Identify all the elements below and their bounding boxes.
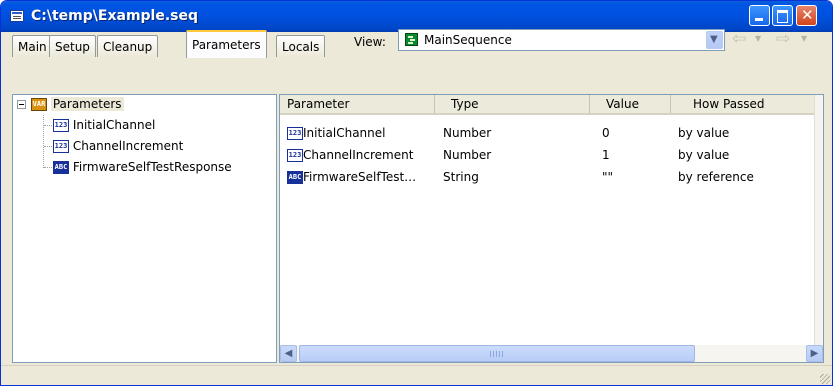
back-arrow-icon[interactable]: ⇦ bbox=[732, 29, 746, 49]
resize-grip-icon[interactable] bbox=[820, 374, 830, 384]
tab-cleanup[interactable]: Cleanup bbox=[97, 35, 159, 57]
tree-connector bbox=[44, 146, 52, 147]
tree-root-parameters[interactable]: VAR Parameters bbox=[31, 96, 124, 113]
column-header-how-passed[interactable]: How Passed bbox=[671, 95, 815, 113]
variables-icon: VAR bbox=[31, 98, 47, 111]
tree-item-label: InitialChannel bbox=[72, 118, 156, 132]
chevron-left-icon: ◀ bbox=[284, 348, 293, 359]
cell-how-passed: by value bbox=[678, 126, 730, 140]
maximize-icon bbox=[777, 10, 788, 23]
title-bar[interactable]: C:\temp\Example.seq ✕ bbox=[1, 1, 832, 32]
scroll-left-button[interactable]: ◀ bbox=[280, 345, 297, 362]
chevron-down-icon: ▼ bbox=[710, 34, 718, 45]
tree-connector bbox=[44, 125, 52, 126]
forward-history-dropdown-icon[interactable]: ▼ bbox=[801, 34, 807, 43]
string-icon: ABC bbox=[287, 171, 303, 184]
view-select[interactable]: MainSequence ▼ bbox=[398, 29, 725, 51]
cell-parameter: InitialChannel bbox=[303, 126, 386, 140]
tab-main[interactable]: Main bbox=[12, 35, 53, 57]
minimize-icon bbox=[755, 18, 763, 21]
horizontal-scrollbar[interactable]: ◀ ▶ bbox=[280, 345, 823, 362]
tree-root-label: Parameters bbox=[50, 97, 124, 111]
grip-icon bbox=[490, 351, 504, 357]
status-bar bbox=[1, 365, 832, 385]
chevron-right-icon: ▶ bbox=[810, 348, 819, 359]
forward-arrow-icon[interactable]: ⇨ bbox=[776, 29, 790, 49]
parameters-grid[interactable]: Parameter Type Value How Passed 123 Initi… bbox=[279, 94, 824, 363]
tab-setup[interactable]: Setup bbox=[49, 35, 96, 57]
string-icon: ABC bbox=[53, 161, 69, 174]
minimize-button[interactable] bbox=[749, 5, 770, 26]
cell-value: "" bbox=[602, 170, 614, 184]
number-icon: 123 bbox=[53, 119, 69, 132]
number-icon: 123 bbox=[287, 127, 303, 140]
tree-item[interactable]: 123 InitialChannel bbox=[53, 117, 155, 134]
cell-value: 0 bbox=[602, 126, 610, 140]
tree-item-label: FirmwareSelfTestResponse bbox=[72, 160, 232, 174]
number-icon: 123 bbox=[287, 149, 303, 162]
tab-locals[interactable]: Locals bbox=[276, 35, 326, 57]
cell-value: 1 bbox=[602, 148, 610, 162]
cell-parameter: FirmwareSelfTest… bbox=[303, 170, 417, 184]
column-header-parameter[interactable]: Parameter bbox=[280, 95, 435, 113]
cell-parameter: ChannelIncrement bbox=[303, 148, 414, 162]
back-history-dropdown-icon[interactable]: ▼ bbox=[755, 34, 761, 43]
cell-type: Number bbox=[443, 148, 492, 162]
window-title: C:\temp\Example.seq bbox=[31, 8, 199, 24]
tab-parameters[interactable]: Parameters bbox=[186, 30, 267, 58]
tree-connector bbox=[44, 167, 52, 168]
vertical-scrollbar[interactable] bbox=[814, 95, 823, 346]
sequence-icon bbox=[405, 33, 418, 46]
close-icon: ✕ bbox=[801, 6, 814, 24]
cell-type: String bbox=[443, 170, 479, 184]
scroll-right-button[interactable]: ▶ bbox=[806, 345, 823, 362]
app-window: C:\temp\Example.seq ✕ Main Setup Cleanup… bbox=[0, 0, 833, 386]
tree-item[interactable]: ABC FirmwareSelfTestResponse bbox=[53, 159, 232, 176]
column-header-type[interactable]: Type bbox=[435, 95, 590, 113]
tree-connector bbox=[43, 115, 44, 168]
cell-type: Number bbox=[443, 126, 492, 140]
grid-header: Parameter Type Value How Passed bbox=[280, 95, 815, 115]
collapse-toggle[interactable] bbox=[17, 100, 26, 109]
window-icon[interactable] bbox=[10, 10, 24, 22]
view-dropdown-button[interactable]: ▼ bbox=[706, 31, 723, 49]
tree-item[interactable]: 123 ChannelIncrement bbox=[53, 138, 183, 155]
number-icon: 123 bbox=[53, 140, 69, 153]
scroll-thumb[interactable] bbox=[299, 345, 695, 362]
parameters-tree[interactable]: VAR Parameters 123 InitialChannel 123 Ch… bbox=[12, 94, 277, 363]
maximize-button[interactable] bbox=[772, 5, 793, 26]
cell-how-passed: by value bbox=[678, 148, 730, 162]
cell-how-passed: by reference bbox=[678, 170, 754, 184]
column-header-value[interactable]: Value bbox=[590, 95, 671, 113]
tree-item-label: ChannelIncrement bbox=[72, 139, 184, 153]
view-selected-value: MainSequence bbox=[424, 33, 512, 47]
view-label: View: bbox=[354, 35, 386, 49]
close-button[interactable]: ✕ bbox=[796, 5, 817, 26]
